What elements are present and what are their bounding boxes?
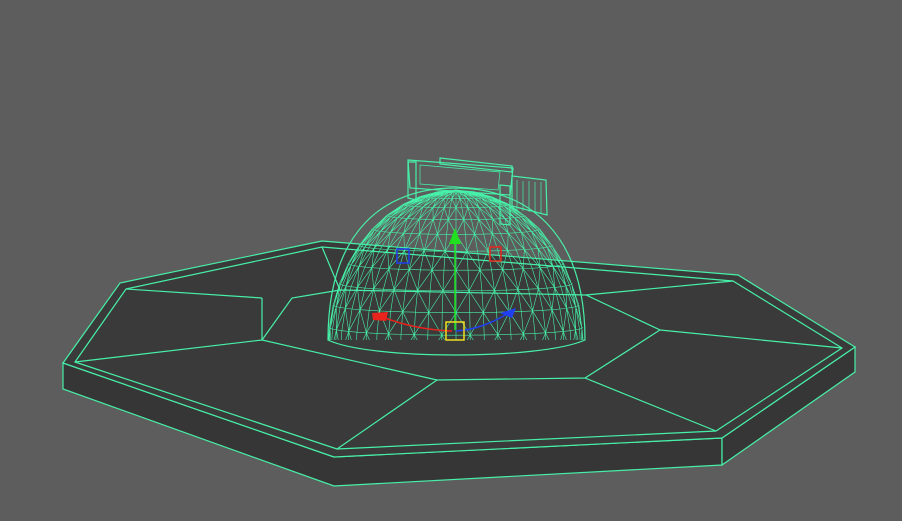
octagon-platform[interactable] [62, 240, 857, 487]
manipulator-handle-y[interactable] [449, 228, 461, 244]
scene-canvas[interactable] [0, 0, 902, 521]
manipulator-handle-x[interactable] [372, 312, 388, 321]
3d-viewport[interactable] [0, 0, 902, 521]
